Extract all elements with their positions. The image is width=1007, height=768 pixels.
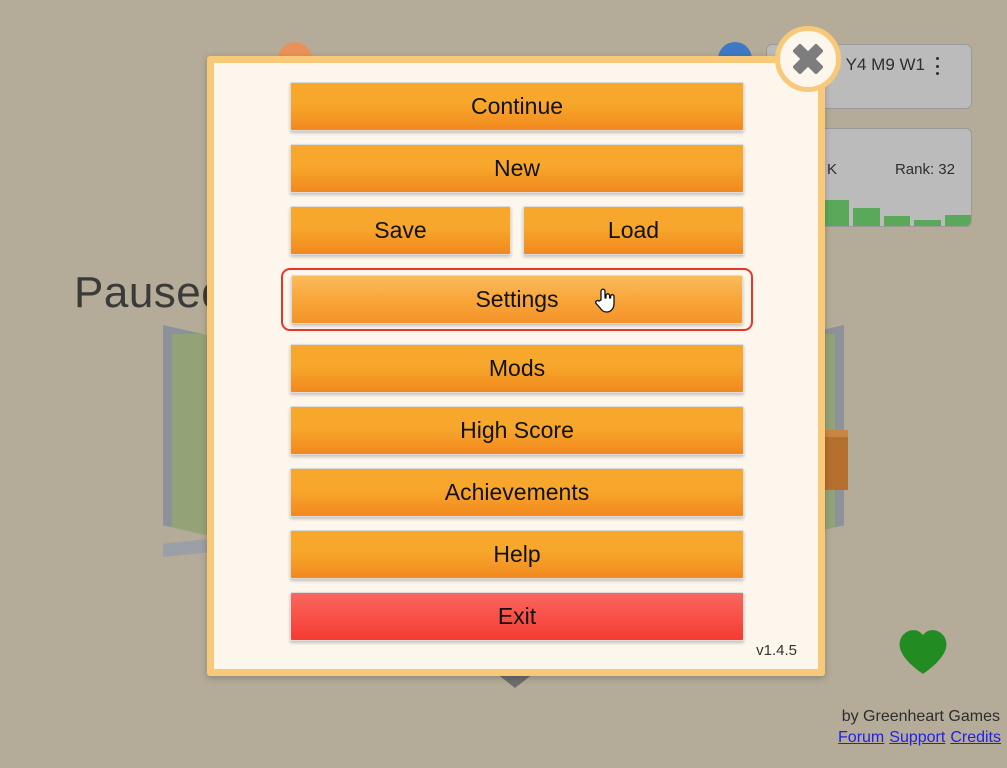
pause-menu-modal: Continue New Save Load Settings Mods High Scor…	[207, 56, 825, 676]
hud-rank-label: Rank: 32	[894, 161, 955, 178]
credits-link-credits[interactable]: Credits	[950, 729, 1001, 746]
exit-button[interactable]: Exit	[290, 592, 744, 641]
settings-button[interactable]: Settings	[291, 275, 743, 324]
achievements-button[interactable]: Achievements	[290, 468, 744, 517]
rank-bar	[914, 220, 941, 226]
credits-link-forum[interactable]: Forum	[838, 729, 884, 746]
settings-highlight-outline: Settings	[281, 268, 753, 331]
version-label: v1.4.5	[756, 642, 797, 659]
close-button[interactable]	[775, 26, 841, 92]
save-button[interactable]: Save	[290, 206, 511, 255]
credits-byline: by Greenheart Games	[841, 708, 1000, 725]
hud-rank-left-glyph: K	[827, 161, 838, 178]
rank-bar	[883, 216, 911, 226]
hud-date-label: Y4 M9 W1	[845, 55, 925, 74]
continue-button[interactable]: Continue	[290, 82, 744, 131]
hud-rank-panel[interactable]: K Rank: 32	[820, 128, 972, 227]
help-button[interactable]: Help	[290, 530, 744, 579]
new-button[interactable]: New	[290, 144, 744, 193]
game-screen: Paused Y4 M9 W1 4.6K K Rank: 32 by Green…	[0, 0, 1007, 768]
rank-bar	[944, 215, 971, 226]
paused-label: Paused	[74, 268, 227, 317]
credits-link-support[interactable]: Support	[889, 729, 945, 746]
hud-rank-bar-chart	[821, 192, 971, 226]
pause-menu-button-list: Continue New Save Load Settings Mods High Scor…	[281, 82, 753, 654]
kebab-menu-icon[interactable]	[935, 57, 939, 75]
close-x-icon	[793, 44, 823, 74]
heart-icon	[899, 630, 947, 674]
rank-bar	[853, 208, 880, 226]
mods-button[interactable]: Mods	[290, 344, 744, 393]
credits-links[interactable]: Forum Support Credits	[833, 729, 1001, 747]
high-score-button[interactable]: High Score	[290, 406, 744, 455]
rank-bar	[823, 200, 850, 226]
load-button[interactable]: Load	[523, 206, 744, 255]
save-load-row: Save Load	[290, 206, 744, 255]
